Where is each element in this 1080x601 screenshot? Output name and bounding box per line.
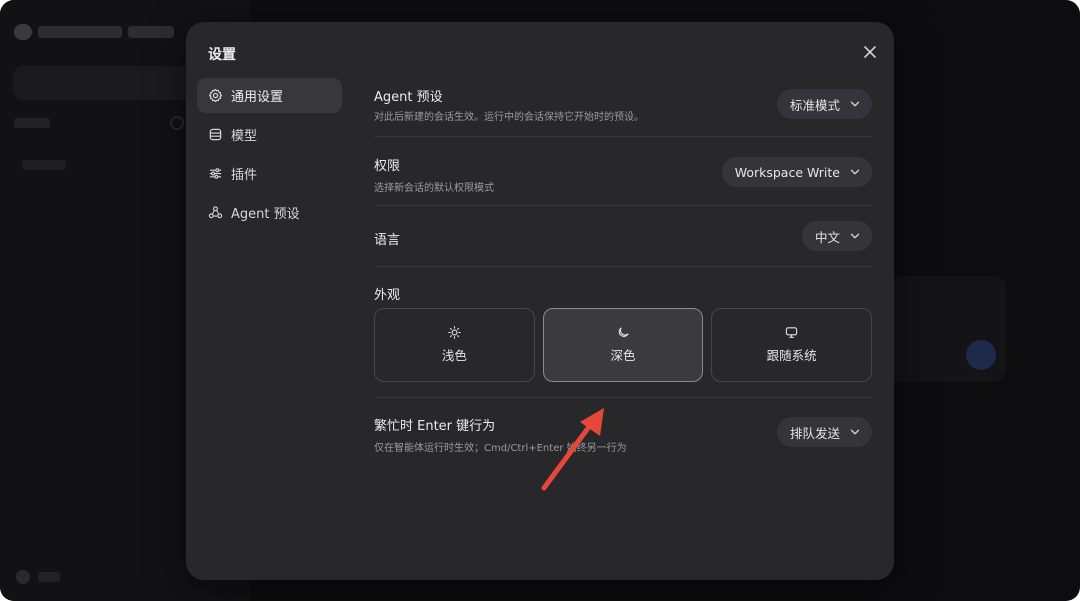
busy-enter-select[interactable]: 排队发送 [776,417,872,447]
app-window: 设置 通用设置 模型 插件 Agent 预设 Agent 预设 对此后新建的会话… [0,0,1080,601]
nav-item-models[interactable]: 模型 [197,117,342,152]
setting-description: 仅在智能体运行时生效；Cmd/Ctrl+Enter 始终另一行为 [374,443,627,454]
setting-title: 权限 [374,159,401,174]
theme-option-light[interactable]: 浅色 [374,308,535,382]
select-value: Workspace Write [734,164,840,180]
setting-title: 外观 [374,288,401,303]
setting-description: 对此后新建的会话生效。运行中的会话保持它开始时的预设。 [374,112,644,123]
settings-nav: 通用设置 模型 插件 Agent 预设 [197,78,342,234]
database-icon [209,128,222,141]
language-select[interactable]: 中文 [801,221,872,251]
settings-content: Agent 预设 对此后新建的会话生效。运行中的会话保持它开始时的预设。 标准模… [374,78,873,468]
setting-row-busy-enter: 繁忙时 Enter 键行为 仅在智能体运行时生效；Cmd/Ctrl+Enter … [374,398,872,468]
permission-select[interactable]: Workspace Write [721,157,872,187]
close-button[interactable] [860,42,880,62]
setting-row-language: 语言 中文 [374,206,872,267]
setting-row-appearance: 外观 浅色 深色 跟随系统 [374,267,873,398]
settings-modal: 设置 通用设置 模型 插件 Agent 预设 Agent 预设 对此后新建的会话… [186,22,894,580]
theme-options: 浅色 深色 跟随系统 [374,308,873,382]
nav-item-label: 通用设置 [231,90,284,105]
chevron-down-icon [850,429,860,435]
theme-label: 跟随系统 [766,348,817,363]
background-avatar [966,340,996,370]
background-workspace-header [14,116,184,132]
gear-icon [208,88,223,103]
setting-row-agent-preset: Agent 预设 对此后新建的会话生效。运行中的会话保持它开始时的预设。 标准模… [374,78,872,137]
chevron-down-icon [850,169,860,175]
setting-title: 语言 [374,233,401,248]
sliders-icon [209,168,222,179]
select-value: 排队发送 [789,425,840,441]
moon-icon [618,327,629,337]
close-icon [864,46,876,58]
monitor-icon [786,327,798,338]
background-list-item [22,160,66,170]
nav-item-plugins[interactable]: 插件 [197,156,342,191]
nav-item-agent-presets[interactable]: Agent 预设 [197,195,342,230]
nav-item-label: 模型 [231,129,258,144]
select-value: 中文 [814,229,840,245]
app-logo [14,24,174,40]
background-settings-link [16,570,60,584]
select-value: 标准模式 [789,97,840,113]
agent-preset-select[interactable]: 标准模式 [776,89,872,119]
nav-item-label: Agent 预设 [231,207,300,222]
theme-option-system[interactable]: 跟随系统 [711,308,873,382]
setting-row-permission: 权限 选择新会话的默认权限模式 Workspace Write [374,137,872,206]
search-icon [170,116,184,130]
chevron-down-icon [850,101,860,107]
theme-label: 深色 [610,348,636,363]
theme-option-dark[interactable]: 深色 [542,308,704,382]
chevron-down-icon [850,233,860,239]
nav-item-general[interactable]: 通用设置 [197,78,342,113]
theme-label: 浅色 [441,348,467,363]
setting-title: Agent 预设 [374,90,443,105]
nav-item-label: 插件 [231,168,258,183]
setting-description: 选择新会话的默认权限模式 [374,183,494,194]
agent-icon [208,206,223,219]
modal-title: 设置 [208,47,236,63]
sun-icon [448,326,461,339]
setting-title: 繁忙时 Enter 键行为 [374,419,496,434]
